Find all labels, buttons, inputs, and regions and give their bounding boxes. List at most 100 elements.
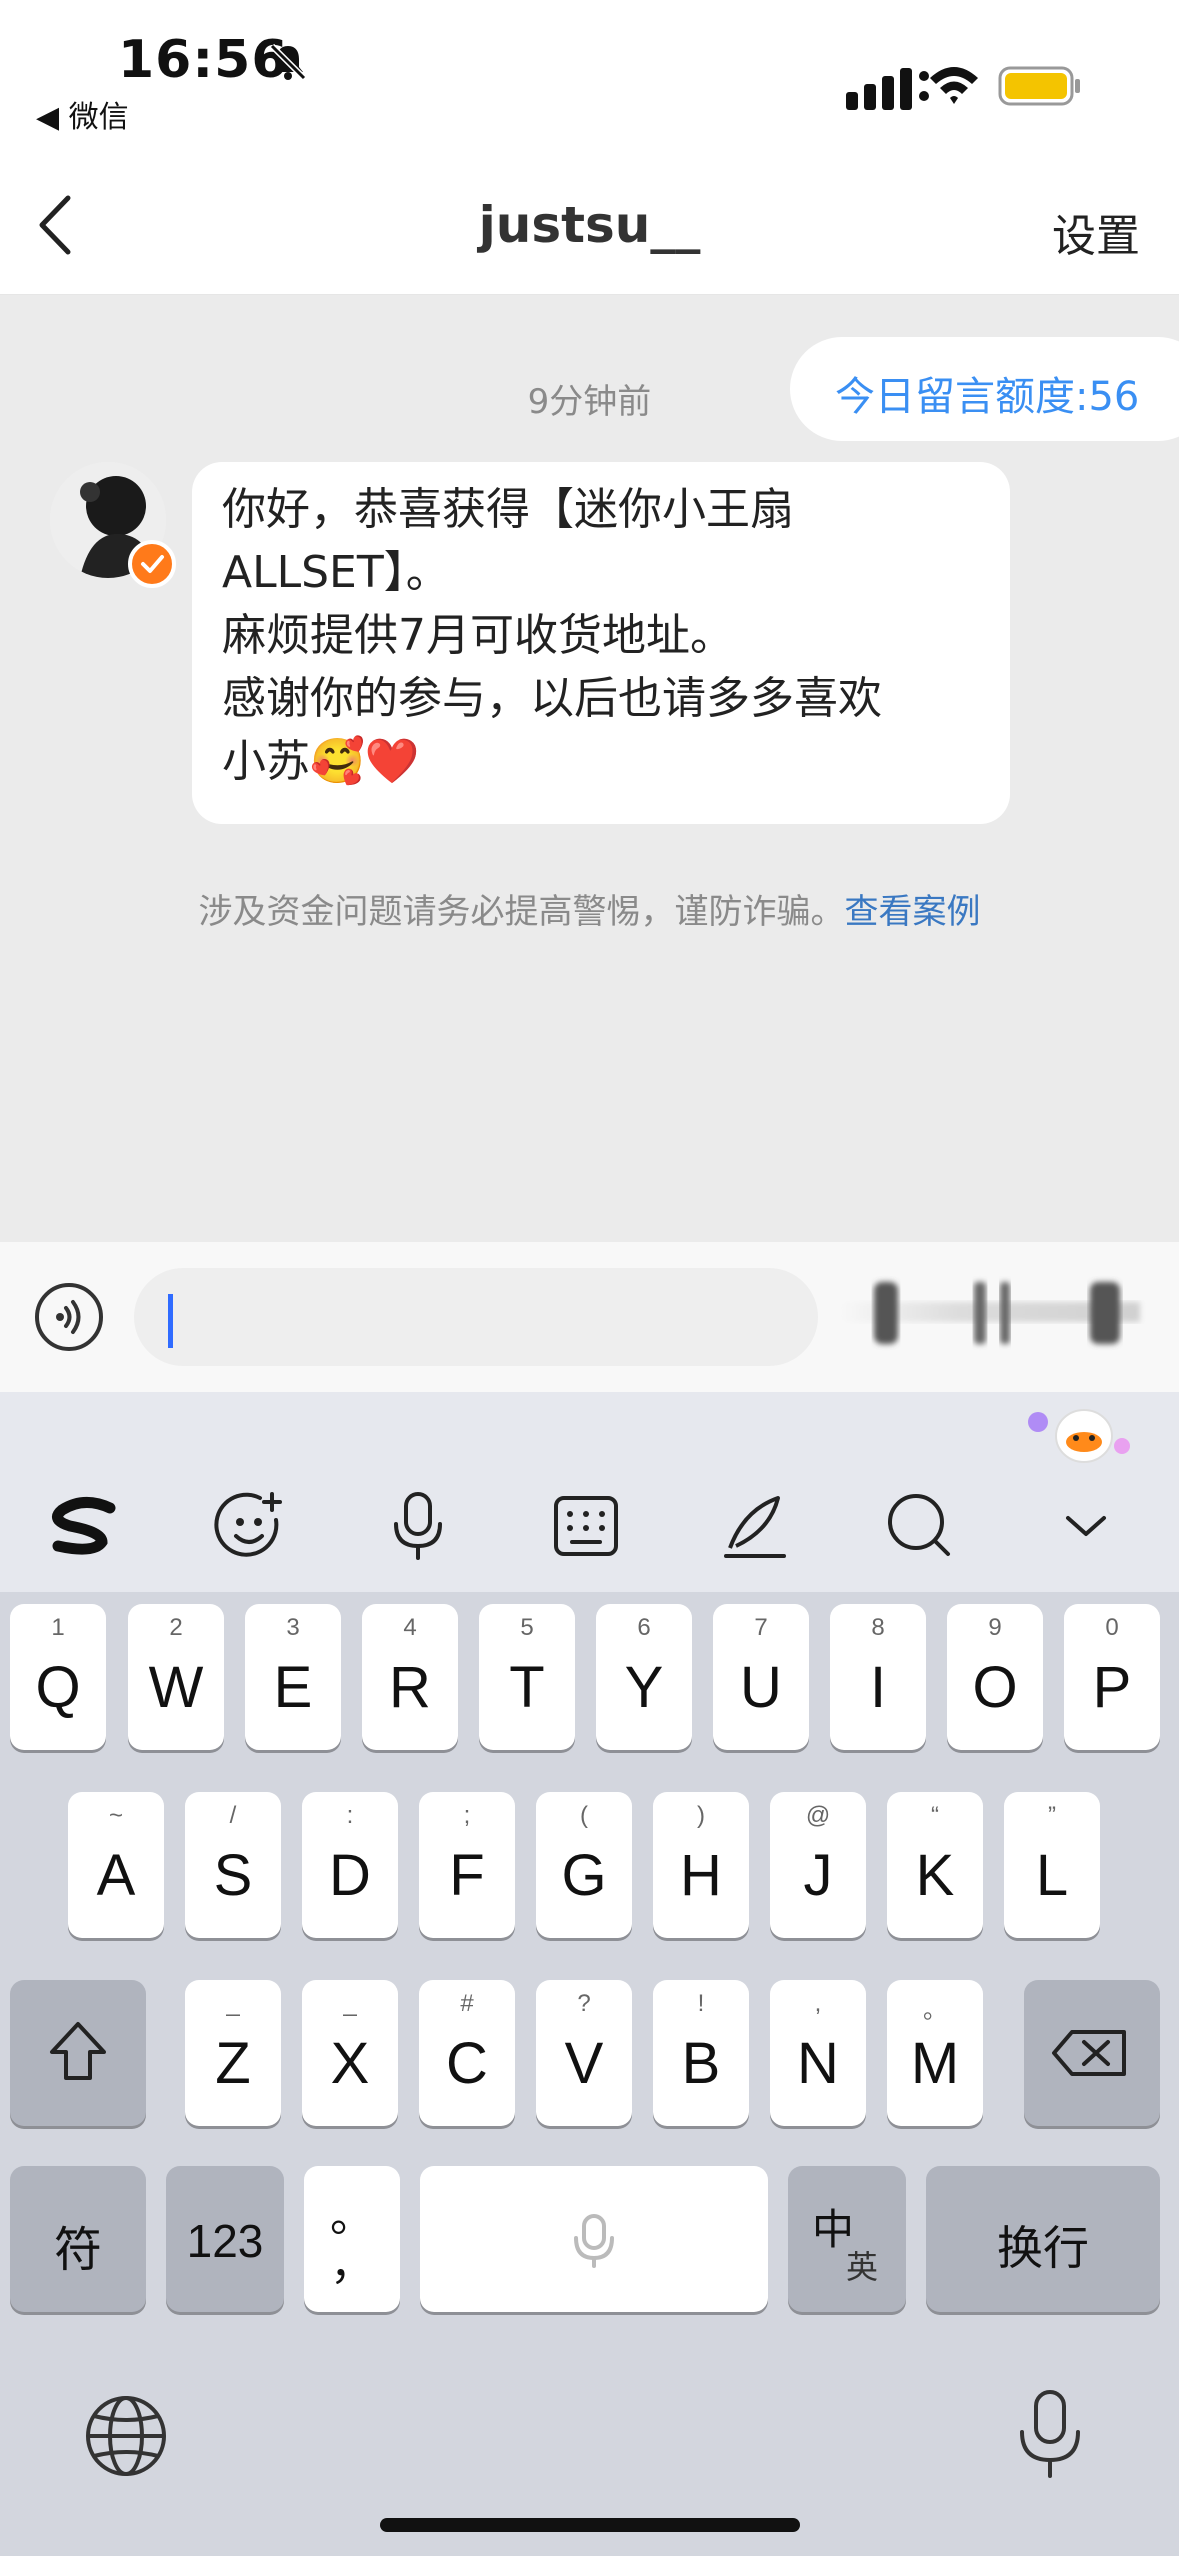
return-key[interactable]: 换行 bbox=[926, 2166, 1160, 2312]
key-sub-label: 。 bbox=[923, 1997, 947, 2024]
space-key[interactable] bbox=[420, 2166, 768, 2312]
key-h[interactable]: ) H bbox=[653, 1792, 749, 1938]
key-u[interactable]: 7U bbox=[713, 1604, 809, 1750]
battery-icon bbox=[998, 66, 1080, 106]
backspace-icon bbox=[1052, 2030, 1126, 2076]
key-letter: C bbox=[446, 2031, 488, 2096]
key-g[interactable]: (G bbox=[536, 1792, 632, 1938]
key-sub-label: _ bbox=[343, 1990, 357, 2017]
key-s[interactable]: / S bbox=[185, 1792, 281, 1938]
key-sub-label: 1 bbox=[51, 1614, 65, 1641]
signal-icon bbox=[846, 68, 929, 110]
key-t[interactable]: 5T bbox=[479, 1604, 575, 1750]
key-letter: O bbox=[972, 1655, 1018, 1720]
key-letter: H bbox=[680, 1843, 722, 1908]
message-text: 你好，恭喜获得【迷你小王扇 ALLSET】。 麻烦提供7月可收货地址。 感谢你的… bbox=[222, 478, 982, 793]
key-letter: J bbox=[803, 1843, 833, 1908]
handwriting-pen-icon[interactable] bbox=[714, 1486, 794, 1566]
key-letter: R bbox=[389, 1655, 431, 1720]
globe-icon[interactable] bbox=[84, 2394, 168, 2478]
language-switch-key[interactable]: 中 英 bbox=[788, 2166, 906, 2312]
text-cursor bbox=[168, 1294, 173, 1348]
key-j[interactable]: @ J bbox=[770, 1792, 866, 1938]
key-letter: Z bbox=[215, 2031, 251, 2096]
key-n[interactable]: ,N bbox=[770, 1980, 866, 2126]
key-letter: E bbox=[273, 1655, 313, 1720]
key-letter: A bbox=[96, 1843, 136, 1908]
key-letter: N bbox=[797, 2031, 839, 2096]
key-z[interactable]: _ Z bbox=[185, 1980, 281, 2126]
emoji-icon[interactable] bbox=[210, 1486, 290, 1566]
key-sub-label: ? bbox=[577, 1990, 591, 2017]
settings-button[interactable]: 设置 bbox=[1052, 200, 1140, 264]
keyboard-mascot-icon[interactable] bbox=[1018, 1396, 1138, 1468]
lang-secondary-label: 英 bbox=[846, 2248, 879, 2286]
key-sub-label: 2 bbox=[169, 1614, 183, 1641]
key-f[interactable]: ; F bbox=[419, 1792, 515, 1938]
key-r[interactable]: 4R bbox=[362, 1604, 458, 1750]
dictation-mic-icon[interactable] bbox=[1010, 2388, 1090, 2480]
key-letter: P bbox=[1092, 1655, 1132, 1720]
key-sub-label: ( bbox=[580, 1802, 588, 1829]
key-c[interactable]: # C bbox=[419, 1980, 515, 2126]
key-b[interactable]: ! B bbox=[653, 1980, 749, 2126]
key-d[interactable]: :D bbox=[302, 1792, 398, 1938]
key-q[interactable]: 1Q bbox=[10, 1604, 106, 1750]
key-sub-label: _ bbox=[226, 1990, 240, 2017]
key-o[interactable]: 9O bbox=[947, 1604, 1043, 1750]
space-mic-icon bbox=[574, 2214, 614, 2268]
back-to-wechat-link[interactable]: ◀ 微信 bbox=[36, 92, 129, 136]
sogou-logo-icon[interactable] bbox=[44, 1486, 124, 1566]
shift-key[interactable] bbox=[10, 1980, 146, 2126]
key-i[interactable]: 8I bbox=[830, 1604, 926, 1750]
input-action-icons[interactable] bbox=[840, 1268, 1160, 1358]
key-sub-label: 0 bbox=[1105, 1614, 1119, 1641]
wifi-icon bbox=[930, 67, 978, 104]
keyboard-icon[interactable] bbox=[546, 1486, 626, 1566]
key-v[interactable]: ? V bbox=[536, 1980, 632, 2126]
key-k[interactable]: “K bbox=[887, 1792, 983, 1938]
message-line: 你好，恭喜获得【迷你小王扇 bbox=[222, 484, 794, 535]
message-line: 小苏🥰❤️ bbox=[222, 736, 420, 787]
return-key-label: 换行 bbox=[997, 2221, 1089, 2275]
search-icon[interactable] bbox=[880, 1486, 960, 1566]
collapse-keyboard-chevron-icon[interactable] bbox=[1046, 1486, 1126, 1566]
numbers-key[interactable]: 123 bbox=[166, 2166, 284, 2312]
key-letter: U bbox=[740, 1655, 782, 1720]
key-p[interactable]: 0P bbox=[1064, 1604, 1160, 1750]
punctuation-key[interactable]: 。 ， bbox=[304, 2166, 400, 2312]
message-line: 感谢你的参与，以后也请多多喜欢 bbox=[222, 673, 882, 724]
key-sub-label: , bbox=[814, 1990, 822, 2017]
shift-arrow-icon bbox=[50, 2022, 106, 2080]
key-a[interactable]: ~ A bbox=[68, 1792, 164, 1938]
key-sub-label: 9 bbox=[988, 1614, 1002, 1641]
symbols-key[interactable]: 符 bbox=[10, 2166, 146, 2312]
key-letter: K bbox=[915, 1843, 955, 1908]
voice-input-icon[interactable] bbox=[34, 1282, 104, 1352]
key-m[interactable]: 。 M bbox=[887, 1980, 983, 2126]
key-sub-label: @ bbox=[805, 1802, 831, 1829]
backspace-key[interactable] bbox=[1024, 1980, 1160, 2126]
key-letter: F bbox=[449, 1843, 485, 1908]
home-indicator[interactable] bbox=[380, 2518, 800, 2532]
key-sub-label: 3 bbox=[286, 1614, 300, 1641]
punctuation-bottom-label: ， bbox=[330, 2239, 374, 2290]
key-letter: M bbox=[910, 2031, 960, 2096]
key-letter: I bbox=[869, 1655, 887, 1720]
symbols-key-label: 符 bbox=[53, 2222, 102, 2278]
voice-typing-icon[interactable] bbox=[378, 1486, 458, 1566]
key-sub-label: ; bbox=[463, 1802, 471, 1829]
key-w[interactable]: 2W bbox=[128, 1604, 224, 1750]
key-x[interactable]: _ X bbox=[302, 1980, 398, 2126]
view-cases-link[interactable]: 查看案例 bbox=[845, 892, 981, 932]
key-e[interactable]: 3E bbox=[245, 1604, 341, 1750]
key-letter: L bbox=[1035, 1843, 1069, 1908]
message-line: ALLSET】。 bbox=[222, 547, 450, 598]
key-letter: Y bbox=[624, 1655, 664, 1720]
key-l[interactable]: ” L bbox=[1004, 1792, 1100, 1938]
message-input[interactable] bbox=[134, 1268, 818, 1366]
key-y[interactable]: 6Y bbox=[596, 1604, 692, 1750]
key-letter: X bbox=[330, 2031, 370, 2096]
key-sub-label: ” bbox=[1048, 1802, 1056, 1829]
fraud-warning: 涉及资金问题请务必提高警惕，谨防诈骗。查看案例 bbox=[0, 884, 1179, 933]
